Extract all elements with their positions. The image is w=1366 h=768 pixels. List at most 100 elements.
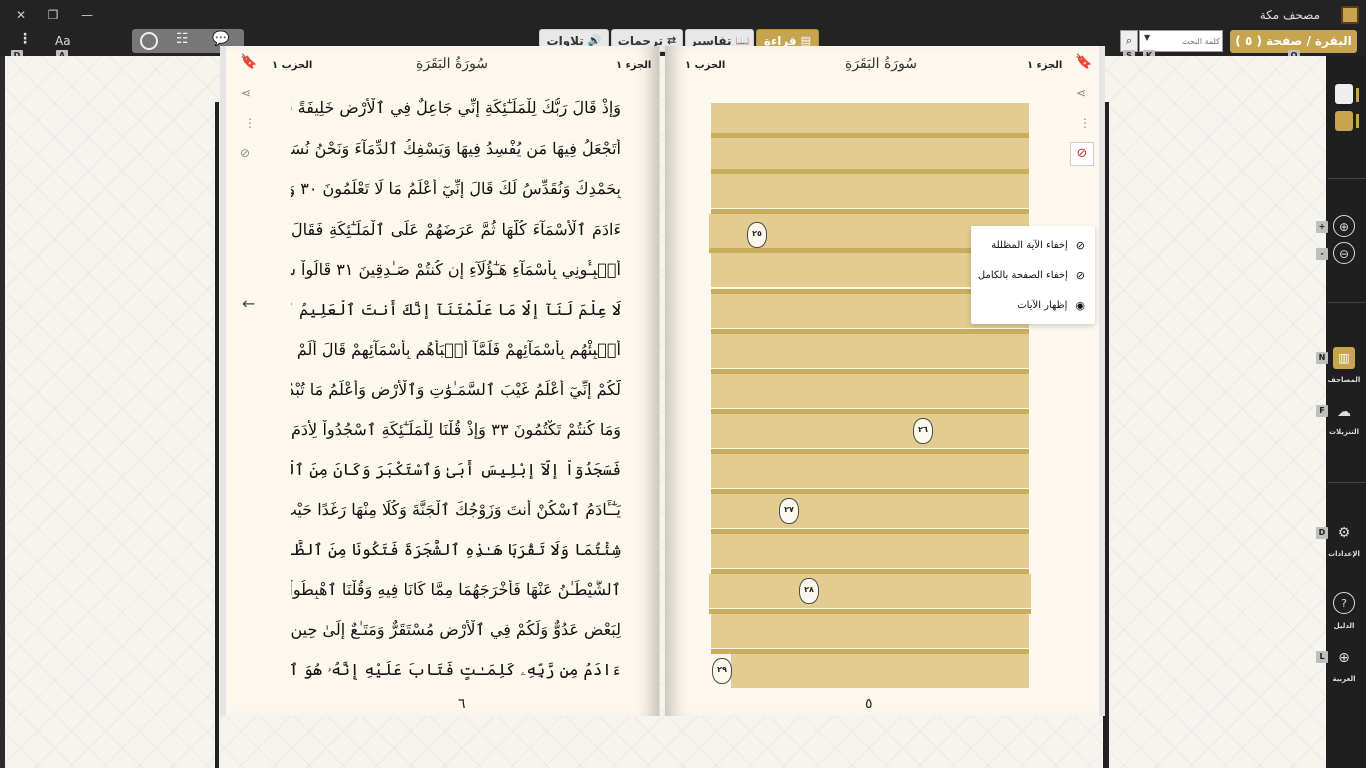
- sidebar-item-downloads[interactable]: التنزيلات: [1327, 428, 1361, 436]
- reader-icon[interactable]: ☷: [176, 31, 189, 47]
- key-hint-zoom-out: -: [1316, 248, 1328, 260]
- more-options-icon[interactable]: ⋮: [18, 32, 32, 46]
- hidden-line: [711, 138, 1029, 172]
- more-icon[interactable]: ⋮: [1079, 116, 1091, 130]
- help-icon[interactable]: ?: [1333, 592, 1355, 614]
- previous-page-arrow[interactable]: ←: [242, 294, 255, 313]
- hide-ayat-icon[interactable]: ⊘: [240, 146, 250, 160]
- page-number: ٦: [458, 696, 466, 712]
- menu-item-show-ayat[interactable]: إظهار الآيات ◉: [971, 290, 1095, 320]
- close-icon[interactable]: ✕: [12, 6, 30, 24]
- quran-line: فَسَجَدُوٓاْ إِلَّآ إِبْلِيسَ أَبَىٰ وَٱ…: [291, 460, 621, 479]
- hidden-line: [711, 374, 1029, 408]
- zoom-in-icon[interactable]: ⊕: [1333, 215, 1355, 237]
- bookmark-icon[interactable]: 🔖: [1075, 54, 1092, 70]
- hizb-label: الحزب ١: [272, 60, 313, 71]
- aya-marker[interactable]: ٢٧: [779, 498, 799, 524]
- key-hint-settings: D: [1316, 527, 1328, 539]
- hide-ayat-toggle-icon[interactable]: ⊘: [1070, 142, 1094, 166]
- hidden-line: [709, 574, 1031, 608]
- eye-icon: ◉: [1075, 298, 1085, 312]
- hidden-line: [711, 494, 1029, 528]
- hide-ayat-menu: إخفاء الآية المظللة ⊘ إخفاء الصفحة بالكا…: [971, 226, 1095, 324]
- font-size-button[interactable]: Aa: [55, 34, 71, 48]
- search-dropdown-icon[interactable]: ▼: [1144, 33, 1150, 42]
- settings-icon[interactable]: ⚙: [1333, 522, 1355, 544]
- right-page: الحزب ١ سُورَةُ البَقَرَةِ الجزء ١ 🔖 ⋖ ⋮…: [665, 46, 1105, 716]
- quran-line: وَمَا كُنتُمْ تَكْتُمُونَ ٣٣ وَإِذْ قُلْ…: [291, 420, 621, 439]
- quran-line: لِبَعْضٍ عَدُوٌّ وَلَكُمْ فِي ٱلْأَرْضِ …: [291, 620, 621, 639]
- eye-off-icon: ⊘: [1075, 238, 1085, 252]
- left-page: 🔖 ⋖ ⋮ ⊘ الحزب ١ سُورَةُ البَقَرَةِ الجزء…: [220, 46, 660, 716]
- book-binding-edge-left: [215, 102, 219, 768]
- app-logo: [1341, 6, 1359, 24]
- download-icon[interactable]: ☁: [1333, 401, 1355, 423]
- quran-line: لَا عِلْمَ لَنَآ إِلَّا مَا عَلَّمْتَنَآ…: [291, 300, 621, 319]
- key-hint-zoom-in: +: [1316, 221, 1328, 233]
- key-hint-downloads: F: [1316, 405, 1328, 417]
- aya-marker[interactable]: ٢٦: [913, 418, 933, 444]
- quran-line: أَنۢبِئْهُم بِأَسْمَآئِهِمْ فَلَمَّآ أَن…: [291, 340, 621, 359]
- selection-bar: [1356, 114, 1359, 128]
- restore-icon[interactable]: ❐: [44, 6, 62, 24]
- hidden-line: [711, 414, 1029, 448]
- hidden-line: [711, 174, 1029, 208]
- key-hint-mushafs: N: [1316, 352, 1328, 364]
- quran-line: أَتَجْعَلُ فِيهَا مَن يُفْسِدُ فِيهَا وَ…: [291, 139, 621, 158]
- single-page-icon[interactable]: [1335, 84, 1353, 104]
- zoom-out-icon[interactable]: ⊖: [1333, 242, 1355, 264]
- quran-line: وَإِذْ قَالَ رَبُّكَ لِلْمَلَـٰٓئِكَةِ إ…: [291, 98, 621, 117]
- search-input[interactable]: [1162, 33, 1220, 49]
- hidden-line: [711, 454, 1029, 488]
- aya-marker[interactable]: ٢٨: [799, 578, 819, 604]
- quran-line: ءَادَمُ مِن رَّبِّهِۦ كَلِمَـٰتٍ فَتَابَ…: [291, 660, 621, 679]
- aya-marker[interactable]: ٢٩: [712, 658, 732, 684]
- quran-line: أَنۢبِـُٔونِي بِأَسْمَآءِ هَـٰٓؤُلَآءِ إ…: [291, 260, 621, 279]
- eye-off-icon: ⊘: [1075, 268, 1085, 282]
- minimize-icon[interactable]: —: [78, 6, 96, 24]
- quran-line: شِئْتُمَا وَلَا تَقْرَبَا هَـٰذِهِ ٱلشَّ…: [291, 540, 621, 559]
- hizb-label: الحزب ١: [685, 60, 726, 71]
- quran-line: لَّكُمْ إِنِّيٓ أَعْلَمُ غَيْبَ ٱلسَّمَـ…: [291, 380, 621, 399]
- menu-item-hide-whole-page[interactable]: إخفاء الصفحة بالكامل ⊘: [971, 260, 1095, 290]
- share-icon[interactable]: ⋖: [1076, 86, 1086, 100]
- quran-line: ٱلشَّيْطَـٰنُ عَنْهَا فَأَخْرَجَهُمَا مِ…: [291, 580, 621, 599]
- bookmark-icon[interactable]: 🔖: [240, 54, 257, 70]
- user-icon[interactable]: [140, 32, 158, 50]
- quran-line: يَـٰٓـَٔادَمُ ٱسْكُنْ أَنتَ وَزَوْجُكَ ٱ…: [291, 500, 621, 519]
- selection-bar: [1356, 88, 1359, 102]
- share-icon[interactable]: ⋖: [241, 86, 251, 100]
- aya-marker[interactable]: ٢٥: [747, 222, 767, 248]
- juz-label: الجزء ١: [1027, 60, 1063, 71]
- hidden-line: [711, 103, 1029, 137]
- globe-icon[interactable]: ⊕: [1333, 647, 1355, 669]
- sidebar-item-settings[interactable]: الإعدادات: [1327, 550, 1361, 558]
- hidden-line: [711, 534, 1029, 568]
- sidebar-item-language[interactable]: العربية: [1327, 675, 1361, 683]
- window-title: مصحف مكة: [1259, 8, 1320, 22]
- quran-line: بِحَمْدِكَ وَنُقَدِّسُ لَكَ قَالَ إِنِّي…: [291, 179, 621, 198]
- sidebar-item-mushafs[interactable]: المصاحف: [1327, 376, 1361, 384]
- hidden-line: [711, 334, 1029, 368]
- divider: [1328, 178, 1366, 179]
- sidebar-item-guide[interactable]: الدليل: [1327, 622, 1361, 630]
- hidden-line: [711, 614, 1029, 648]
- more-icon[interactable]: ⋮: [244, 116, 256, 130]
- hidden-line: [731, 654, 1029, 688]
- divider: [1328, 302, 1366, 303]
- menu-item-hide-selected-aya[interactable]: إخفاء الآية المظللة ⊘: [971, 230, 1095, 260]
- page-number: ٥: [865, 696, 873, 712]
- chat-icon[interactable]: 💬: [212, 31, 229, 47]
- sura-name: سُورَةُ البَقَرَةِ: [845, 56, 918, 72]
- location-label: البقرة / صفحة ( ٥ ): [1235, 34, 1352, 48]
- double-page-icon[interactable]: [1335, 111, 1353, 131]
- quran-line: ءَادَمَ ٱلْأَسْمَآءَ كُلَّهَا ثُمَّ عَرَ…: [291, 220, 621, 239]
- juz-label: الجزء ١: [616, 60, 652, 71]
- search-icon[interactable]: ⌕: [1120, 30, 1138, 52]
- sura-name: سُورَةُ البَقَرَةِ: [416, 56, 489, 72]
- mushafs-icon[interactable]: ▥: [1333, 347, 1355, 369]
- divider: [1328, 482, 1366, 483]
- search-box: ▼: [1139, 30, 1223, 52]
- key-hint-language: L: [1316, 651, 1328, 663]
- title-bar: ✕ ❐ — مصحف مكة: [0, 0, 1366, 28]
